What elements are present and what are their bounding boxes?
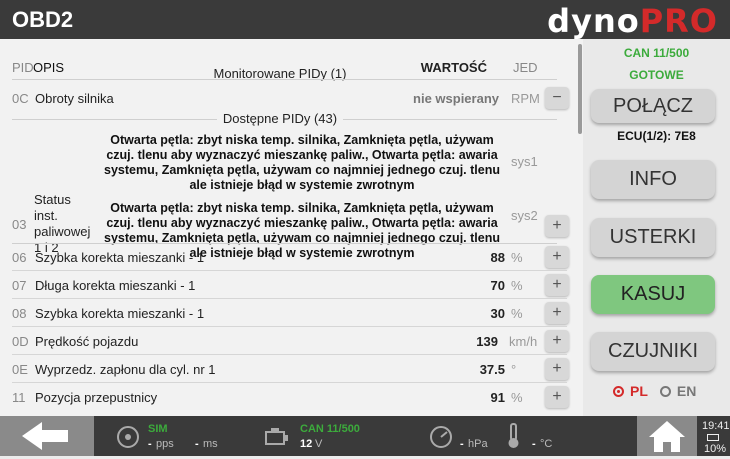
table-row[interactable]: 08 Szybka korekta mieszanki - 1 30 % + <box>0 299 575 327</box>
pid-code: 03 <box>12 217 27 232</box>
col-value-header: WARTOŚĆ <box>420 60 487 75</box>
pid-value: nie wspierany <box>413 91 499 106</box>
home-icon <box>649 421 685 452</box>
radio-en[interactable] <box>659 385 671 397</box>
pressure-icon <box>430 426 452 448</box>
pid-name: Szybka korekta mieszanki - 1 <box>35 306 205 321</box>
speedometer-icon <box>117 426 139 448</box>
table-header: PID OPIS Monitorowane PIDy (1) WARTOŚĆ J… <box>0 53 560 81</box>
divider <box>12 79 557 80</box>
pid-code: 0E <box>12 362 28 377</box>
pid-name: Wyprzedz. zapłonu dla cyl. nr 1 <box>35 362 216 377</box>
battery-level: 10% <box>704 443 727 455</box>
clock: 19:41 <box>702 420 730 432</box>
can-status: CAN 11/500 <box>623 46 690 60</box>
faults-button[interactable]: USTERKI <box>591 218 715 257</box>
pid-unit: % <box>511 278 523 293</box>
available-section-title: Dostępne PIDy (43) <box>0 111 560 126</box>
add-pid-button[interactable]: + <box>545 246 569 268</box>
pid-code: 08 <box>12 306 27 321</box>
pid-name: Prędkość pojazdu <box>35 334 139 349</box>
remove-pid-button[interactable]: − <box>545 87 569 109</box>
back-button[interactable] <box>0 416 94 456</box>
home-button[interactable] <box>637 416 697 456</box>
pid-name: Szybka korekta mieszanki - 1 <box>35 250 205 265</box>
lang-en-label[interactable]: EN <box>677 383 696 399</box>
add-pid-button[interactable]: + <box>545 215 569 237</box>
scrollbar[interactable] <box>578 44 582 134</box>
sys2-label: sys2 <box>511 208 538 223</box>
table-row[interactable]: 0C Obroty silnika nie wspierany RPM − <box>0 84 575 112</box>
pid-code: 06 <box>12 250 27 265</box>
info-button[interactable]: INFO <box>591 160 715 199</box>
engine-icon <box>265 428 288 445</box>
table-row[interactable]: 11 Pozycja przepustnicy 91 % + <box>0 383 575 411</box>
sys1-label: sys1 <box>511 154 538 169</box>
clear-button[interactable]: KASUJ <box>591 275 715 314</box>
add-pid-button[interactable]: + <box>545 330 569 352</box>
pid-value: 37.5 <box>479 362 505 377</box>
add-pid-button[interactable]: + <box>545 302 569 324</box>
sensors-button[interactable]: CZUJNIKI <box>591 332 715 371</box>
pid-code: 11 <box>12 390 26 405</box>
table-row[interactable]: 06 Szybka korekta mieszanki - 1 88 % + <box>0 243 575 271</box>
bottom-bar: SIM - pps - ms CAN 11/500 12 V - hPa - °… <box>0 416 730 456</box>
ready-status: GOTOWE <box>629 68 684 82</box>
pid-name: Obroty silnika <box>35 91 114 106</box>
thermometer-icon <box>508 423 519 448</box>
page-title: OBD2 <box>12 6 74 32</box>
pid-value: 88 <box>490 250 505 265</box>
pid-unit: % <box>511 250 523 265</box>
pid-name: Pozycja przepustnicy <box>35 390 158 405</box>
pid-code: 07 <box>12 278 27 293</box>
battery-icon <box>707 434 719 441</box>
ecu-label: ECU(1/2): 7E8 <box>617 129 696 143</box>
dynopro-logo: dynoPRO <box>547 2 718 40</box>
col-unit-header: JED <box>513 60 538 75</box>
pid-unit: km/h <box>509 334 538 349</box>
pid-code: 0C <box>12 91 29 106</box>
table-row[interactable]: 0D Prędkość pojazdu 139 km/h + <box>0 327 575 355</box>
pid-value: 70 <box>490 278 505 293</box>
table-row[interactable]: 07 Długa korekta mieszanki - 1 70 % + <box>0 271 575 299</box>
sys1-value: Otwarta pętla: zbyt niska temp. silnika,… <box>104 133 500 192</box>
pid-name: Długa korekta mieszanki - 1 <box>35 278 196 293</box>
pid-unit: % <box>511 390 523 405</box>
bottom-can-label: CAN 11/500 <box>300 423 360 435</box>
pid-value: 91 <box>490 390 505 405</box>
radio-pl[interactable] <box>613 385 624 397</box>
add-pid-button[interactable]: + <box>545 358 569 380</box>
pid-code: 0D <box>12 334 29 349</box>
table-row[interactable]: 0E Wyprzedz. zapłonu dla cyl. nr 1 37.5 … <box>0 355 575 383</box>
sim-label: SIM <box>148 423 168 435</box>
add-pid-button[interactable]: + <box>545 274 569 296</box>
connect-button[interactable]: POŁĄCZ <box>591 89 715 123</box>
pid-value: 30 <box>490 306 505 321</box>
language-selector[interactable]: PL EN <box>613 383 696 399</box>
pid-unit: RPM <box>511 91 540 106</box>
add-pid-button[interactable]: + <box>545 386 569 408</box>
pid-table[interactable]: PID OPIS Monitorowane PIDy (1) WARTOŚĆ J… <box>0 39 583 416</box>
top-bar: OBD2 dynoPRO <box>0 0 730 40</box>
lang-pl-label[interactable]: PL <box>630 383 648 399</box>
pid-unit: ° <box>511 362 517 377</box>
pid-unit: % <box>511 306 523 321</box>
pid-value: 139 <box>476 334 498 349</box>
back-arrow-icon <box>22 422 68 450</box>
